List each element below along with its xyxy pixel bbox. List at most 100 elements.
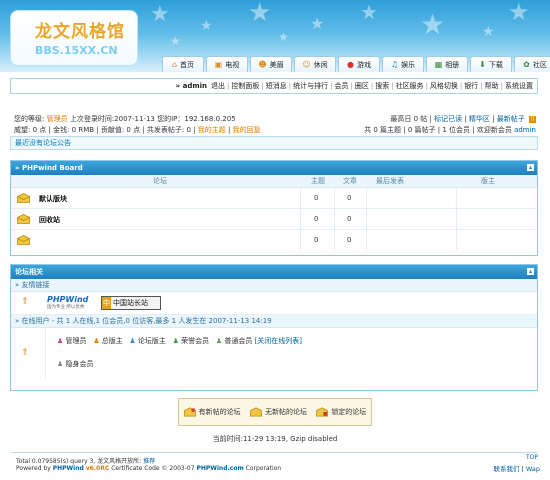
footer-query-info: Total 0.079585(s) query 3, 龙文风格开放所: 推荐: [16, 458, 156, 465]
footer-right-links: 联系我们 | Wap: [493, 465, 540, 473]
board-stats-line: 共 0 篇主题 | 0 篇帖子 | 1 位会员 | 欢迎新会员 admin: [364, 125, 536, 135]
tab-community[interactable]: ✿ 社区: [514, 56, 550, 72]
star-decoration-icon: ★: [482, 24, 495, 40]
close-online-list-link[interactable]: [关闭在线列表]: [255, 337, 302, 345]
logout-link[interactable]: 退出: [211, 81, 225, 91]
hidden-member-legend: ♟ 隐身会员: [57, 360, 94, 368]
tab-leisure[interactable]: ☺ 休闲: [294, 56, 336, 72]
forum-row[interactable]: 回收站 0 0: [11, 209, 537, 230]
messages-link[interactable]: 短消息: [266, 81, 287, 91]
my-topics-link[interactable]: 我的主题: [198, 126, 226, 134]
footer-recommend-link[interactable]: 推荐: [143, 458, 155, 465]
forum-folder-icon: [17, 193, 30, 203]
help-link[interactable]: 帮助: [485, 81, 499, 91]
tab-download[interactable]: ⬇ 下载: [470, 56, 512, 72]
entertainment-icon: ♫: [390, 60, 399, 69]
wap-link[interactable]: Wap: [526, 465, 540, 473]
online-role-legend: ♟ 管理员 ♟ 总版主 ♟ 论坛版主 ♟ 荣誉会员 ♟ 普通会员 [关闭在线列表…: [57, 337, 303, 345]
community-services-link[interactable]: 社区服务: [396, 81, 424, 91]
members-link[interactable]: 会员: [334, 81, 348, 91]
my-replies-link[interactable]: 我的回复: [233, 126, 261, 134]
collapse-icon[interactable]: ▴: [527, 164, 534, 171]
tv-icon: ▣: [214, 60, 223, 69]
tab-games[interactable]: ● 游戏: [338, 56, 380, 72]
newest-posts-link[interactable]: 最新帖子: [497, 115, 525, 123]
friend-links-row: ⇑ PHPWind 国为专业 所以优秀 中 中国站长站: [11, 292, 537, 315]
community-icon: ✿: [523, 60, 530, 69]
friend-links-header: » 友情链接: [11, 279, 537, 292]
online-users-header: » 在线用户 - 共 1 人在线,1 位会员,0 位访客,最多 1 人发生在 2…: [11, 315, 537, 328]
tab-entertainment[interactable]: ♫ 娱乐: [382, 56, 424, 72]
tab-album[interactable]: ▦ 相册: [426, 56, 468, 72]
forum-row[interactable]: 0 0: [11, 230, 537, 250]
forum-topic-count: 0: [314, 236, 319, 244]
elite-link[interactable]: 精华区: [469, 115, 490, 123]
forum-post-count: 0: [347, 215, 352, 223]
tab-tv[interactable]: ▣ 电视: [206, 56, 248, 72]
related-panel-header: 论坛相关 ▴: [11, 265, 537, 279]
new-member-link[interactable]: admin: [514, 126, 536, 134]
album-icon: ▦: [434, 60, 443, 69]
board-panel-header: » PHPwind Board ▴: [11, 161, 537, 175]
col-last-post: 最后发表: [376, 177, 404, 185]
forum-name[interactable]: 默认版块: [39, 194, 67, 204]
bank-link[interactable]: 银行: [464, 81, 478, 91]
download-icon: ⬇: [479, 60, 486, 69]
phpwind-brand-link[interactable]: PHPWind: [53, 465, 84, 472]
forum-row[interactable]: 默认版块 0 0: [11, 188, 537, 209]
forum-post-count: 0: [347, 236, 352, 244]
level-label: 您的等级:: [14, 115, 45, 123]
admin-user-icon: ♟: [57, 337, 64, 345]
circles-link[interactable]: 圈区: [355, 81, 369, 91]
phpwind-site-link[interactable]: PHPWind.com: [196, 465, 243, 472]
user-stats: 威望: 0 点 | 金钱: 0 RMB | 贡献值: 0 点 | 共发表帖子: …: [14, 126, 196, 134]
hidden-member-icon: ♟: [57, 360, 64, 368]
contact-us-link[interactable]: 联系我们: [494, 465, 520, 473]
rss-icon[interactable]: )): [529, 115, 536, 123]
legend-locked: 锁定的论坛: [316, 407, 366, 417]
nav-tabs: ⌂ 首页 ▣ 电视 ☻ 美眉 ☺ 休闲 ● 游戏 ♫ 娱乐 ▦ 相册 ⬇ 下载 ✿ 社区: [162, 56, 550, 72]
star-decoration-icon: ★: [170, 34, 181, 48]
leisure-icon: ☺: [302, 60, 311, 69]
search-link[interactable]: 搜索: [375, 81, 389, 91]
forum-icon-legend: 有新帖的论坛 无新帖的论坛 锁定的论坛: [178, 398, 372, 426]
normal-member-icon: ♟: [215, 337, 223, 345]
col-posts: 文章: [343, 177, 357, 185]
forum-name[interactable]: 回收站: [39, 215, 60, 225]
star-decoration-icon: ★: [360, 0, 378, 24]
tab-home[interactable]: ⌂ 首页: [162, 56, 204, 72]
star-decoration-icon: ★: [420, 8, 446, 41]
china-webmaster-link[interactable]: 中 中国站长站: [101, 296, 161, 310]
col-forum: 论坛: [153, 177, 167, 185]
control-panel-link[interactable]: 控制面板: [231, 81, 259, 91]
phpwind-link-logo[interactable]: PHPWind 国为专业 所以优秀: [47, 295, 97, 311]
current-user[interactable]: » admin: [176, 82, 207, 90]
system-settings-link[interactable]: 系统设置: [505, 81, 533, 91]
user-toolbar: » admin 退出 | 控制面板 | 短消息 | 统计与排行 | 会员 | 圈区 | 搜索…: [10, 78, 538, 94]
current-time: 当前时间:11-29 13:19, Gzip disabled: [212, 435, 338, 443]
site-logo[interactable]: 龙文风格馆 BBS.15XX.CN: [10, 10, 138, 66]
stats-link[interactable]: 统计与排行: [293, 81, 328, 91]
board-links-line: 最高日 0 帖 | 标记已读 | 精华区 | 最新帖子 )): [390, 115, 536, 123]
forum-topic-count: 0: [314, 215, 319, 223]
tab-girls[interactable]: ☻ 美眉: [250, 56, 292, 72]
collapse-icon[interactable]: ▴: [527, 268, 534, 275]
board-column-header: 论坛 主题 文章 最后发表 版主: [11, 175, 537, 188]
footer-divider: [10, 452, 538, 453]
legend-new-posts: 有新帖的论坛: [183, 407, 241, 417]
style-switch-link[interactable]: 风格切换: [430, 81, 458, 91]
col-topics: 主题: [311, 177, 325, 185]
back-to-top-link[interactable]: TOP: [526, 454, 538, 461]
mark-read-link[interactable]: 标记已读: [434, 115, 462, 123]
forum-post-count: 0: [347, 194, 352, 202]
user-ip: 您的IP：192.168.0.205: [157, 115, 236, 123]
legend-no-new-posts: 无新帖的论坛: [250, 407, 307, 417]
girl-icon: ☻: [258, 60, 267, 69]
china-site-logo-icon: 中: [102, 297, 111, 309]
logo-title: 龙文风格馆: [35, 22, 125, 42]
arrow-up-icon: ⇑: [21, 297, 29, 307]
star-decoration-icon: ★: [310, 14, 325, 33]
board-stats: 共 0 篇主题 | 0 篇帖子 | 1 位会员 | 欢迎新会员: [364, 126, 512, 134]
board-title[interactable]: » PHPwind Board: [15, 164, 83, 172]
honor-member-icon: ♟: [172, 337, 179, 345]
